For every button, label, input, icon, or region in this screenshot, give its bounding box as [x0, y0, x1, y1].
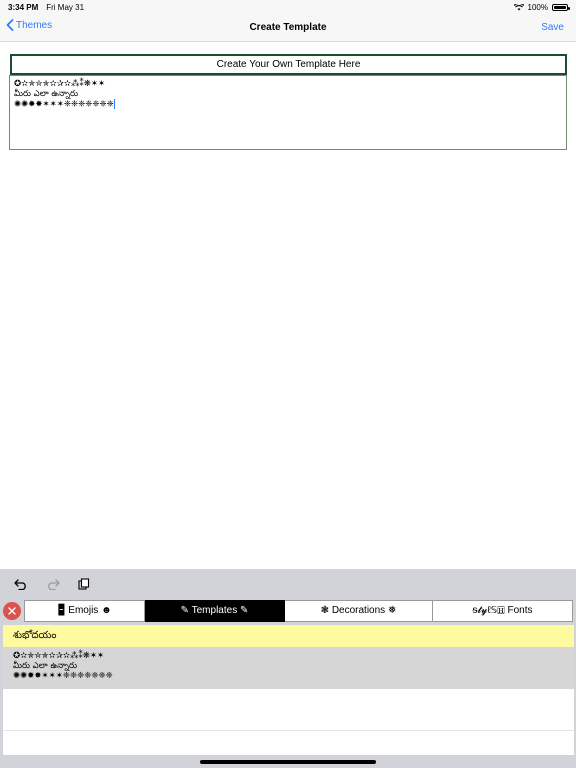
editor-line: ✺✺✹✸✶✶✶❈❈❈❈❈❈❈ — [14, 99, 562, 110]
screen: 3:34 PM Fri May 31 100% Themes Create Te… — [0, 0, 576, 768]
list-item-line: ✪✫✯✮✯✫✰✫⁂⁑❋✶✶ — [13, 651, 105, 661]
editor-line: మీరు ఎలా ఉన్నారు — [14, 89, 79, 99]
close-button[interactable] — [3, 601, 21, 620]
editor-line-text: ✺✺✹✸✶✶✶❈❈❈❈❈❈❈ — [14, 99, 114, 110]
template-list: శుభోదయం ✪✫✯✮✯✫✰✫⁂⁑❋✶✶ మీరు ఎలా ఉన్నారు ✺… — [0, 622, 576, 755]
list-item[interactable] — [3, 689, 574, 731]
undo-icon[interactable] — [14, 578, 28, 590]
page-title: Create Template — [249, 22, 327, 33]
tab-row: 🁢 Emojis ☻ ✎ Templates ✎ ❃ Decorations ❅… — [0, 599, 576, 622]
close-icon — [8, 606, 16, 615]
chevron-left-icon — [6, 19, 14, 31]
battery-icon — [552, 3, 570, 11]
redo-icon[interactable] — [46, 578, 60, 590]
status-bar: 3:34 PM Fri May 31 100% — [0, 0, 576, 14]
tab-decorations[interactable]: ❃ Decorations ❅ — [285, 599, 433, 622]
back-button[interactable]: Themes — [6, 19, 52, 31]
wifi-icon — [513, 3, 524, 11]
status-time: 3:34 PM — [8, 2, 39, 12]
back-button-label: Themes — [16, 19, 53, 31]
list-item[interactable]: ✪✫✯✮✯✫✰✫⁂⁑❋✶✶ మీరు ఎలా ఉన్నారు ✺✺✹✸✶✶✶❈❈… — [3, 647, 574, 689]
keyboard-toolbar — [0, 569, 576, 599]
tab-templates[interactable]: ✎ Templates ✎ — [145, 599, 285, 622]
tab-emojis[interactable]: 🁢 Emojis ☻ — [24, 599, 145, 622]
editor-line: ✪✫✯✮✯✫✰✫⁂⁑❋✶✶ — [14, 79, 106, 89]
save-button[interactable]: Save — [541, 22, 564, 33]
paste-icon[interactable] — [78, 578, 90, 590]
home-indicator[interactable] — [200, 760, 376, 764]
template-editor[interactable]: ✪✫✯✮✯✫✰✫⁂⁑❋✶✶ మీరు ఎలా ఉన్నారు ✺✺✹✸✶✶✶❈❈… — [9, 75, 567, 150]
editor-header: Create Your Own Template Here — [10, 54, 567, 75]
battery-fill — [554, 5, 566, 9]
list-item[interactable]: శుభోదయం — [3, 625, 574, 647]
battery-percent: 100% — [527, 2, 548, 12]
tab-fonts[interactable]: ᵴ𝓽𝔂ℓ𝕊🄷 Fonts — [433, 599, 573, 622]
nav-bar: Themes Create Template Save — [0, 14, 576, 42]
list-item-line: ✺✺✹✸✶✶✶❈❈❈❈❈❈❈ — [13, 671, 113, 681]
list-item-line: మీరు ఎలా ఉన్నారు — [13, 661, 78, 671]
text-caret — [113, 99, 115, 109]
template-list-inner: శుభోదయం ✪✫✯✮✯✫✰✫⁂⁑❋✶✶ మీరు ఎలా ఉన్నారు ✺… — [3, 625, 574, 755]
status-right: 100% — [513, 2, 570, 12]
status-date: Fri May 31 — [46, 2, 85, 12]
